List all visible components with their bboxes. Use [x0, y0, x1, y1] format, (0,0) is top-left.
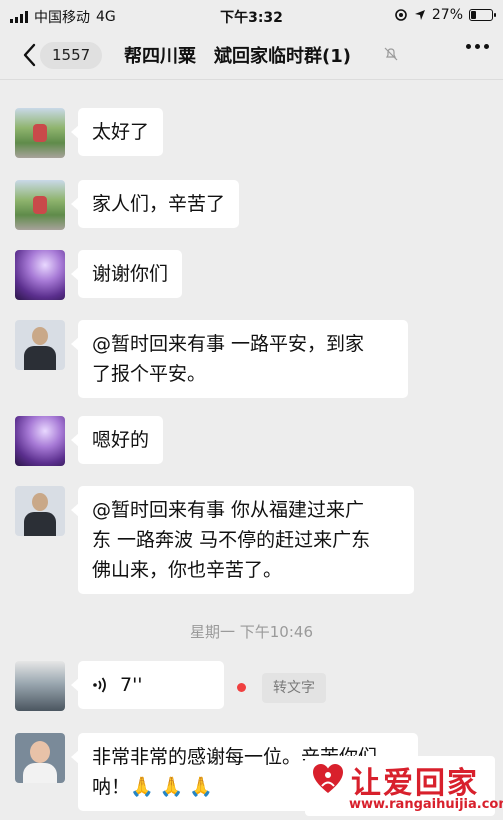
- battery-icon: [469, 9, 496, 21]
- voice-message-row: 7'': [15, 661, 224, 711]
- transcribe-button[interactable]: 转文字: [262, 673, 326, 703]
- avatar[interactable]: [15, 180, 65, 230]
- watermark-url: www.rangaihuijia.com: [349, 797, 503, 812]
- location-arrow-icon: [414, 10, 425, 20]
- message-line: 了报个平安。: [92, 363, 207, 385]
- muted-bell-icon: [384, 47, 398, 61]
- avatar[interactable]: [15, 661, 65, 711]
- message-bubble[interactable]: @暂时回来有事 你从福建过来广 东 一路奔波 马不停的赶过来广东 佛山来，你也辛…: [71, 486, 414, 594]
- unread-count-badge[interactable]: 1557: [40, 42, 103, 69]
- message-row: @暂时回来有事 你从福建过来广 东 一路奔波 马不停的赶过来广东 佛山来，你也辛…: [15, 486, 414, 594]
- avatar[interactable]: [15, 733, 65, 783]
- message-row: @暂时回来有事 一路平安，到家 了报个平安。: [15, 320, 408, 398]
- message-line: 东 一路奔波 马不停的赶过来广东: [92, 529, 371, 551]
- chat-timestamp: 星期一 下午10:46: [190, 623, 313, 641]
- voice-duration: 7'': [120, 674, 143, 696]
- heart-logo-icon: [313, 764, 343, 793]
- message-row: 谢谢你们: [15, 250, 183, 300]
- message-bubble[interactable]: 谢谢你们: [70, 250, 183, 298]
- voice-message-bubble[interactable]: 7'': [71, 661, 224, 709]
- message-line: @暂时回来有事 一路平安，到家: [92, 333, 365, 355]
- avatar[interactable]: [15, 320, 65, 370]
- avatar[interactable]: [15, 416, 65, 466]
- chat-header: 1557 帮四川粟 斌回家临时群(1): [0, 30, 503, 80]
- avatar[interactable]: [15, 108, 65, 158]
- message-line: 佛山来，你也辛苦了。: [92, 559, 283, 581]
- voice-wave-icon: [93, 677, 106, 693]
- chevron-left-icon: [23, 43, 36, 67]
- chat-title: 帮四川粟 斌回家临时群(1): [124, 46, 351, 67]
- status-bar: 中国移动 4G 下午3:32 27%: [0, 0, 503, 30]
- message-bubble[interactable]: 嗯好的: [70, 416, 164, 464]
- message-row: 太好了: [15, 108, 164, 158]
- more-options-button[interactable]: [466, 44, 489, 49]
- avatar[interactable]: [15, 486, 65, 536]
- message-row: 家人们，辛苦了: [15, 180, 240, 230]
- message-bubble[interactable]: 家人们，辛苦了: [70, 180, 240, 228]
- unplayed-dot: [237, 683, 246, 692]
- battery-percent: 27%: [431, 7, 463, 23]
- location-lock-icon: [395, 9, 407, 21]
- message-line: @暂时回来有事 你从福建过来广: [92, 499, 365, 521]
- watermark-logo: 让爱回家 www.rangaihuijia.com: [305, 756, 503, 816]
- message-bubble[interactable]: @暂时回来有事 一路平安，到家 了报个平安。: [71, 320, 408, 398]
- avatar[interactable]: [15, 250, 65, 300]
- watermark-title: 让爱回家: [351, 766, 479, 801]
- message-bubble[interactable]: 太好了: [70, 108, 164, 156]
- message-row: 嗯好的: [15, 416, 164, 466]
